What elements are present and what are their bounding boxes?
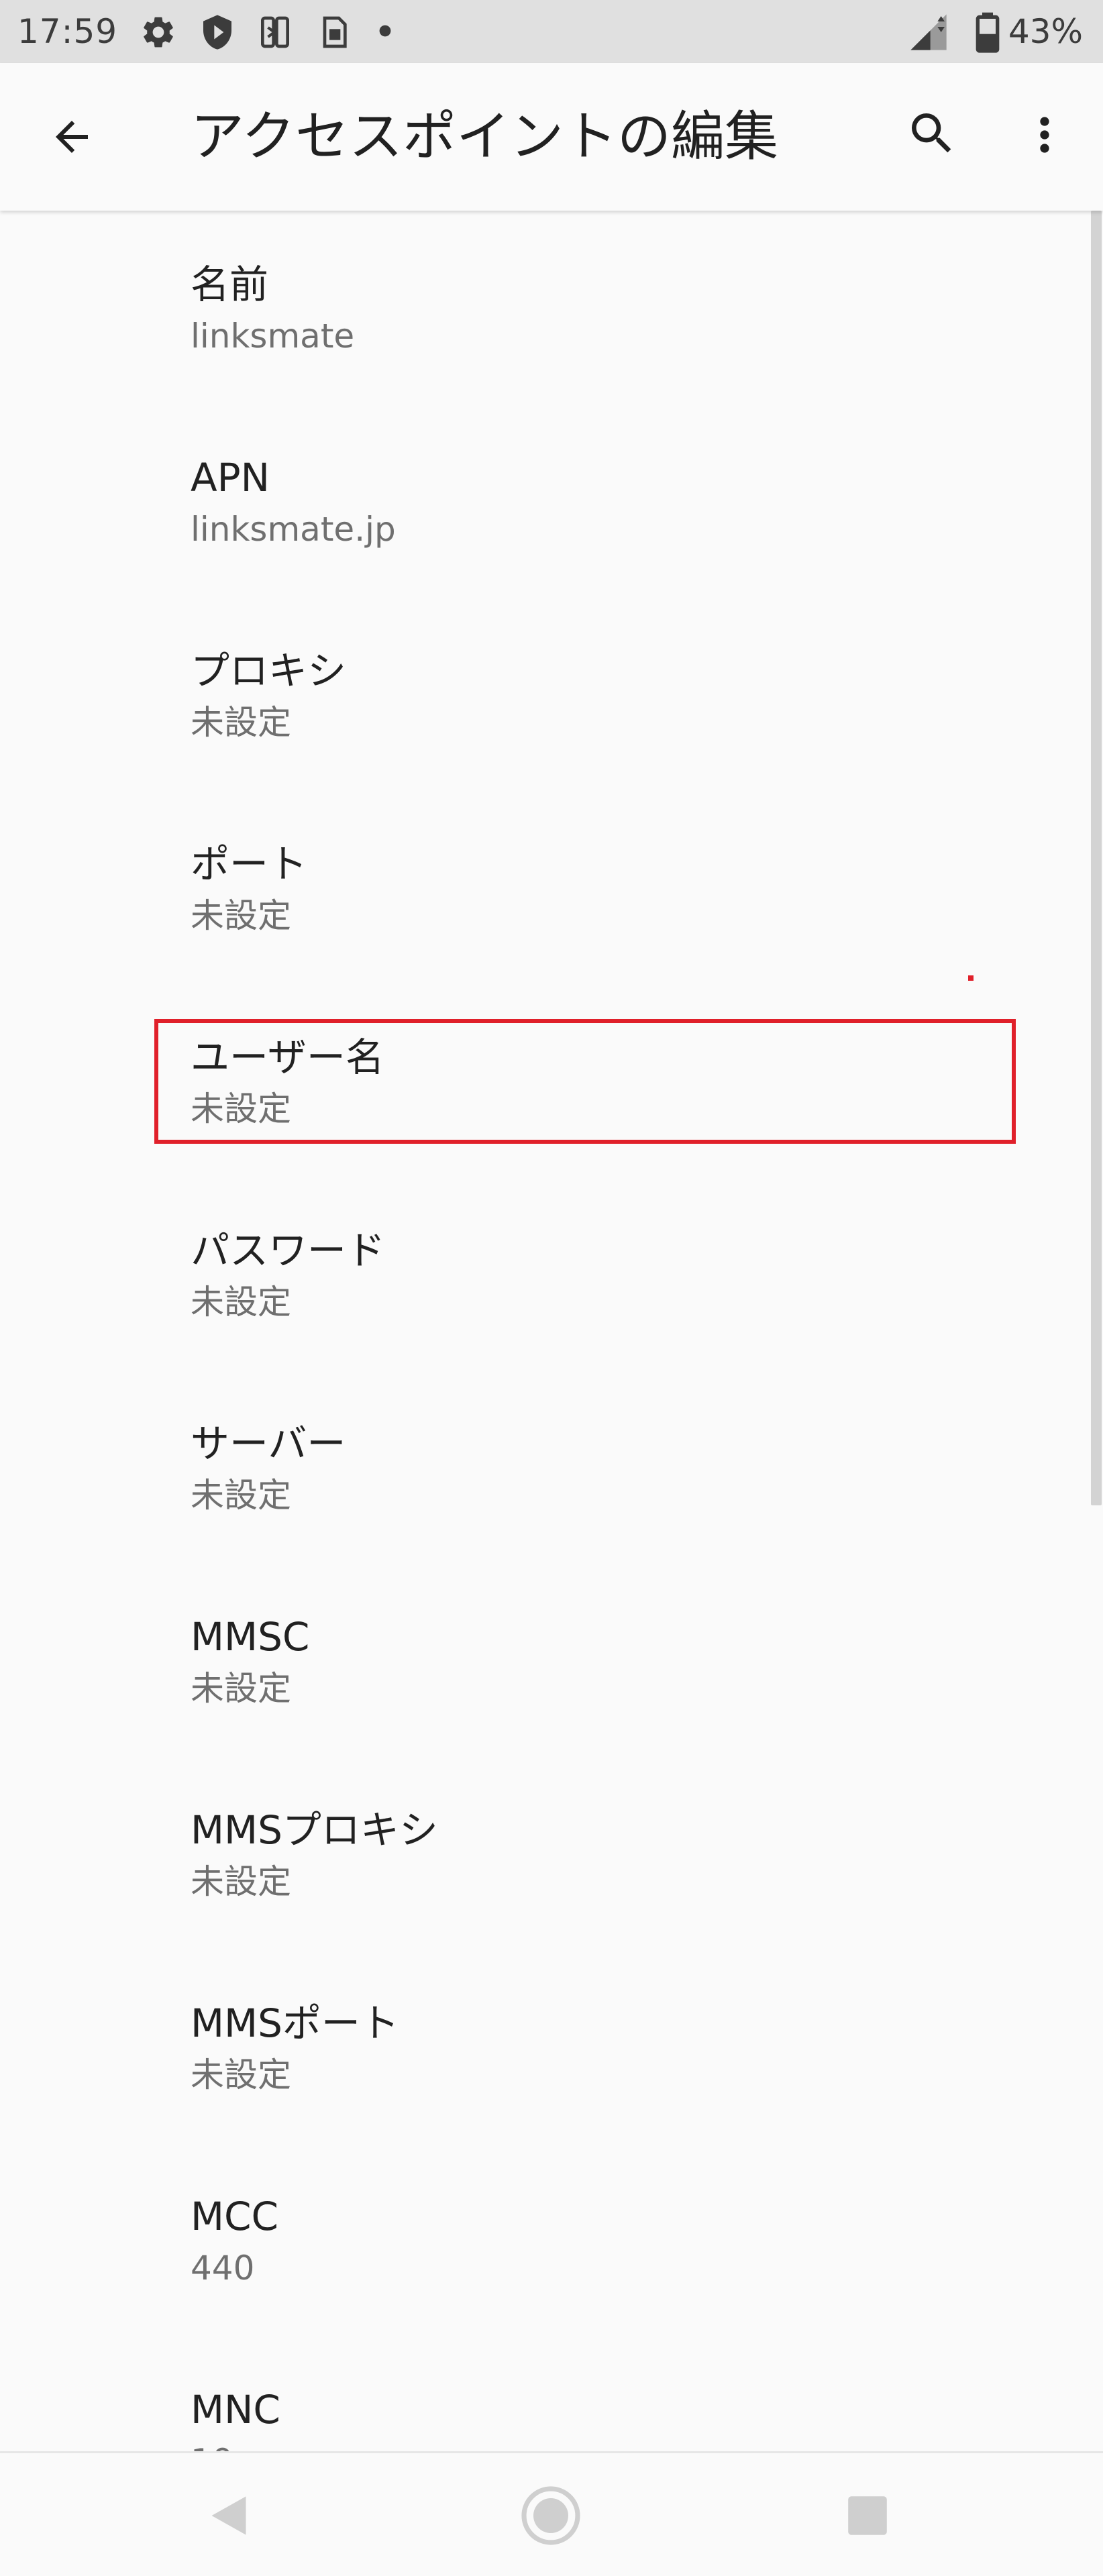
setting-title: ユーザー名 [191, 1034, 384, 1080]
sim-card-icon [315, 13, 353, 51]
setting-value: linksmate [191, 317, 355, 356]
nav-back-button[interactable] [185, 2472, 272, 2559]
setting-title: 名前 [191, 262, 269, 307]
settings-icon [140, 13, 177, 51]
annotation-dot [968, 975, 974, 981]
status-time: 17:59 [17, 12, 118, 51]
battery-percent: 43% [1008, 12, 1083, 51]
setting-port[interactable]: ポート 未設定 [0, 790, 1103, 983]
setting-title: MMSポート [191, 2000, 399, 2046]
setting-title: MMSプロキシ [191, 1807, 438, 1853]
nav-home-icon [521, 2486, 580, 2545]
setting-mms-proxy[interactable]: MMSプロキシ 未設定 [0, 1756, 1103, 1949]
setting-title: MMSC [191, 1614, 310, 1660]
navigation-bar [0, 2451, 1103, 2576]
setting-title: サーバー [191, 1421, 346, 1466]
nav-back-icon [211, 2496, 246, 2535]
setting-value: 未設定 [191, 896, 291, 935]
setting-title: MNC [191, 2387, 280, 2432]
setting-server[interactable]: サーバー 未設定 [0, 1370, 1103, 1563]
back-button[interactable] [35, 100, 109, 174]
page-title: アクセスポイントの編集 [191, 105, 778, 168]
dot-icon [376, 21, 395, 40]
apn-settings-list: 名前 linksmate APN linksmate.jp プロキシ 未設定 ポ… [0, 211, 1103, 2451]
setting-value: 未設定 [191, 1669, 291, 1708]
setting-proxy[interactable]: プロキシ 未設定 [0, 597, 1103, 790]
shield-icon [199, 13, 236, 51]
setting-value: 440 [191, 2249, 255, 2288]
setting-title: APN [191, 455, 270, 500]
setting-value: 10 [191, 2438, 233, 2451]
search-button[interactable] [895, 97, 969, 170]
setting-apn[interactable]: APN linksmate.jp [0, 404, 1103, 597]
nav-recents-icon [848, 2496, 887, 2535]
nav-home-button[interactable] [507, 2472, 594, 2559]
setting-value: 未設定 [191, 1862, 291, 1901]
setting-value: 未設定 [191, 1089, 291, 1128]
search-icon [912, 113, 951, 153]
setting-title: パスワード [191, 1228, 386, 1273]
setting-value: 未設定 [191, 1476, 291, 1515]
sync-icon [256, 13, 294, 51]
battery-icon [973, 11, 1002, 54]
setting-password[interactable]: パスワード 未設定 [0, 1177, 1103, 1370]
setting-mcc[interactable]: MCC 440 [0, 2143, 1103, 2336]
setting-title: MCC [191, 2194, 279, 2239]
setting-title: ポート [191, 841, 308, 887]
setting-username[interactable]: ユーザー名 未設定 [0, 983, 1103, 1177]
nav-recents-button[interactable] [824, 2472, 911, 2559]
setting-value: 未設定 [191, 2055, 291, 2094]
setting-value: 未設定 [191, 1283, 291, 1322]
status-bar: 17:59 43% [0, 0, 1103, 63]
app-bar: アクセスポイントの編集 [0, 63, 1103, 211]
setting-value: 未設定 [191, 703, 291, 742]
more-options-button[interactable] [1008, 98, 1082, 172]
signal-icon [907, 11, 950, 54]
setting-mms-port[interactable]: MMSポート 未設定 [0, 1949, 1103, 2143]
setting-name[interactable]: 名前 linksmate [0, 211, 1103, 404]
setting-title: プロキシ [191, 648, 347, 694]
arrow-back-icon [56, 121, 88, 153]
setting-mmsc[interactable]: MMSC 未設定 [0, 1563, 1103, 1756]
setting-value: linksmate.jp [191, 510, 396, 549]
setting-mnc[interactable]: MNC 10 [0, 2336, 1103, 2451]
more-vert-icon [1040, 117, 1049, 153]
scrollbar[interactable] [1091, 211, 1102, 1505]
